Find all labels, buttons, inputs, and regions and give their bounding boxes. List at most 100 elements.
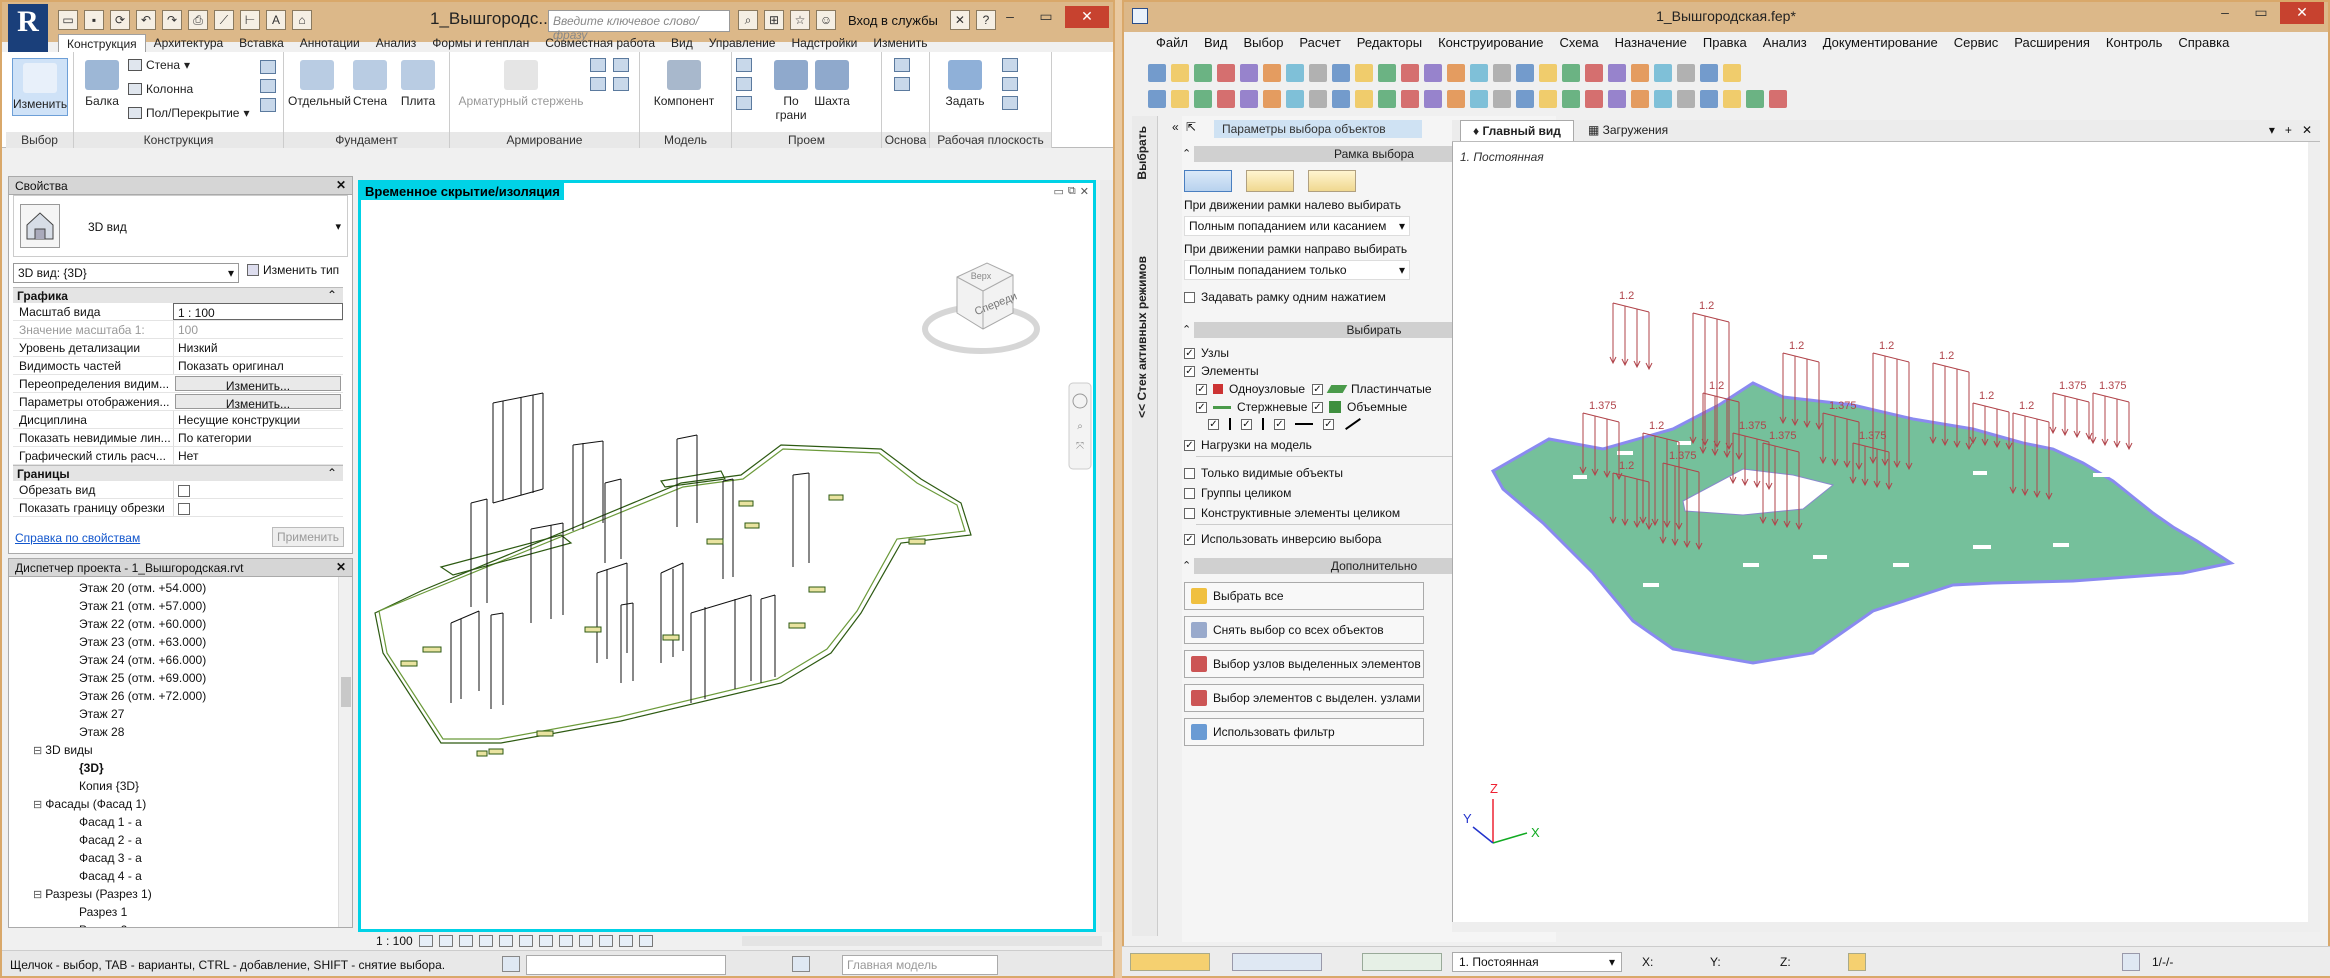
tab-massing[interactable]: Формы и генплан	[424, 34, 537, 52]
pin-icon[interactable]	[1585, 90, 1603, 108]
stiffness-icon[interactable]	[1470, 90, 1488, 108]
save-icon[interactable]	[1194, 64, 1212, 82]
tab-view[interactable]: Вид	[663, 34, 701, 52]
3d-view-canvas[interactable]: Временное скрытие/изоляция ▭ ⧉ ✕ Верх Спер…	[358, 180, 1096, 932]
frame-mode-3-icon[interactable]	[1308, 170, 1356, 192]
export-icon[interactable]	[1769, 90, 1787, 108]
export-icon[interactable]	[1217, 64, 1235, 82]
section-icon[interactable]	[1677, 90, 1695, 108]
collapse-panel-icon[interactable]: «	[1172, 120, 1179, 134]
menu-view[interactable]: Вид	[1196, 32, 1236, 54]
only-visible-checkbox[interactable]: Только видимые объекты	[1184, 466, 1343, 480]
arrow-icon[interactable]	[736, 58, 752, 72]
legend-icon[interactable]	[1723, 90, 1741, 108]
group-label[interactable]: Рабочая плоскость	[930, 132, 1051, 148]
browser-item[interactable]: Разрезы (Разрез 1)	[9, 885, 334, 903]
load-case-dropdown[interactable]: 1. Постоянная ▾	[1452, 952, 1622, 972]
group-label[interactable]: Основа	[882, 132, 929, 148]
group-label[interactable]: Проем	[732, 132, 881, 148]
deselect-all-button[interactable]: Снять выбор со всех объектов	[1184, 616, 1424, 644]
subscription-icon[interactable]: ⊞	[764, 10, 784, 30]
path-rebar-icon[interactable]	[613, 58, 629, 72]
layers-icon[interactable]	[2122, 953, 2140, 971]
floor-button[interactable]: Пол/Перекрытие ▾	[128, 106, 249, 120]
tab-main-view[interactable]: ♦ Главный вид	[1460, 120, 1574, 141]
select-all-button[interactable]: Выбрать все	[1184, 582, 1424, 610]
view-vertical-scrollbar[interactable]	[2308, 142, 2320, 932]
viewcube[interactable]: Верх Спереди	[922, 262, 1040, 354]
group-label[interactable]: Армирование	[450, 132, 639, 148]
lamp-icon[interactable]	[1848, 953, 1866, 971]
property-value[interactable]	[173, 481, 343, 498]
show-icon[interactable]	[1002, 58, 1018, 72]
area-rebar-icon[interactable]	[590, 58, 606, 72]
reveal-icon[interactable]	[598, 935, 613, 947]
menu-design[interactable]: Конструирование	[1430, 32, 1551, 54]
tab-manage[interactable]: Управление	[701, 34, 784, 52]
close-icon[interactable]: ✕	[1065, 6, 1109, 28]
fabric-icon[interactable]	[590, 77, 606, 91]
sync-icon[interactable]: ⟳	[110, 10, 130, 30]
menu-file[interactable]: Файл	[1148, 32, 1196, 54]
rebar-button[interactable]: Арматурный стержень	[456, 60, 586, 108]
edit-property-button[interactable]: Изменить...	[175, 376, 341, 393]
inverse-checkbox[interactable]: ✓ Использовать инверсию выбора	[1184, 532, 1381, 546]
browser-item[interactable]: Этаж 28	[9, 723, 334, 741]
close-icon[interactable]: ✕	[2280, 2, 2324, 24]
new-icon[interactable]	[1148, 64, 1166, 82]
rigid-icon[interactable]	[1309, 90, 1327, 108]
sun-path-icon[interactable]	[458, 935, 473, 947]
browser-item[interactable]: Этаж 26 (отм. +72.000)	[9, 687, 334, 705]
groups-whole-checkbox[interactable]: Группы целиком	[1184, 486, 1291, 500]
restore-icon[interactable]: ▭	[1029, 6, 1063, 28]
checkbox[interactable]: ✓	[1196, 401, 1207, 413]
view-horizontal-scrollbar[interactable]	[742, 936, 1102, 946]
checkbox[interactable]: ✓	[1312, 401, 1323, 413]
chart-icon[interactable]	[1608, 64, 1626, 82]
by-face-button[interactable]: По грани	[774, 60, 808, 122]
browser-item[interactable]: {3D}	[9, 759, 334, 777]
status-tools-icon[interactable]	[1130, 953, 1210, 971]
shadows-icon[interactable]	[478, 935, 493, 947]
constr-whole-checkbox[interactable]: Конструктивные элементы целиком	[1184, 506, 1400, 520]
view-top-icon[interactable]	[1447, 64, 1465, 82]
node-icon[interactable]	[1654, 64, 1672, 82]
properties-section[interactable]: Графика	[13, 287, 343, 303]
properties-section[interactable]: Границы	[13, 465, 343, 481]
bar-checkbox[interactable]: ✓ Стержневые	[1196, 400, 1307, 414]
browser-item[interactable]: Этаж 24 (отм. +66.000)	[9, 651, 334, 669]
browser-item[interactable]: Этаж 22 (отм. +60.000)	[9, 615, 334, 633]
delete-icon[interactable]	[1401, 90, 1419, 108]
crop-region-icon[interactable]	[538, 935, 553, 947]
open-icon[interactable]	[1171, 64, 1189, 82]
support-icon[interactable]	[1286, 90, 1304, 108]
truss-icon[interactable]	[260, 60, 276, 74]
checkbox[interactable]: ✓	[1323, 418, 1334, 430]
nodes-checkbox[interactable]: ✓ Узлы	[1184, 346, 1229, 360]
worksets-icon[interactable]	[502, 956, 520, 972]
print-icon[interactable]: ⎙	[188, 10, 208, 30]
undo-icon[interactable]	[1263, 64, 1281, 82]
property-value[interactable]	[173, 499, 343, 516]
menu-control[interactable]: Контроль	[2098, 32, 2170, 54]
menu-help[interactable]: Справка	[2170, 32, 2237, 54]
tab-list-icon[interactable]: ▾	[2269, 123, 2275, 137]
component-button[interactable]: Компонент	[648, 60, 720, 108]
cover-icon[interactable]	[613, 77, 629, 91]
open-icon[interactable]: ▭	[58, 10, 78, 30]
restore-icon[interactable]: ▭	[2244, 2, 2278, 24]
browser-item[interactable]: Этаж 23 (отм. +63.000)	[9, 633, 334, 651]
apply-button[interactable]: Применить	[272, 527, 344, 547]
frame-right-dropdown[interactable]: Полным попаданием только	[1184, 260, 1410, 280]
wall-button[interactable]: Стена ▾	[128, 58, 190, 72]
shaft-button[interactable]: Шахта	[812, 60, 852, 108]
tab-structure[interactable]: Конструкция	[58, 34, 146, 52]
tab-modify[interactable]: Изменить	[865, 34, 935, 52]
property-value[interactable]: 1 : 100	[173, 303, 343, 320]
type-selector[interactable]: 3D вид ▾	[13, 195, 348, 257]
iso-view-icon[interactable]	[1493, 64, 1511, 82]
checkbox[interactable]: ✓	[1184, 533, 1195, 545]
beam-system-icon[interactable]	[260, 98, 276, 112]
search-input[interactable]: Введите ключевое слово/фразу	[548, 10, 730, 42]
render-icon[interactable]	[498, 935, 513, 947]
